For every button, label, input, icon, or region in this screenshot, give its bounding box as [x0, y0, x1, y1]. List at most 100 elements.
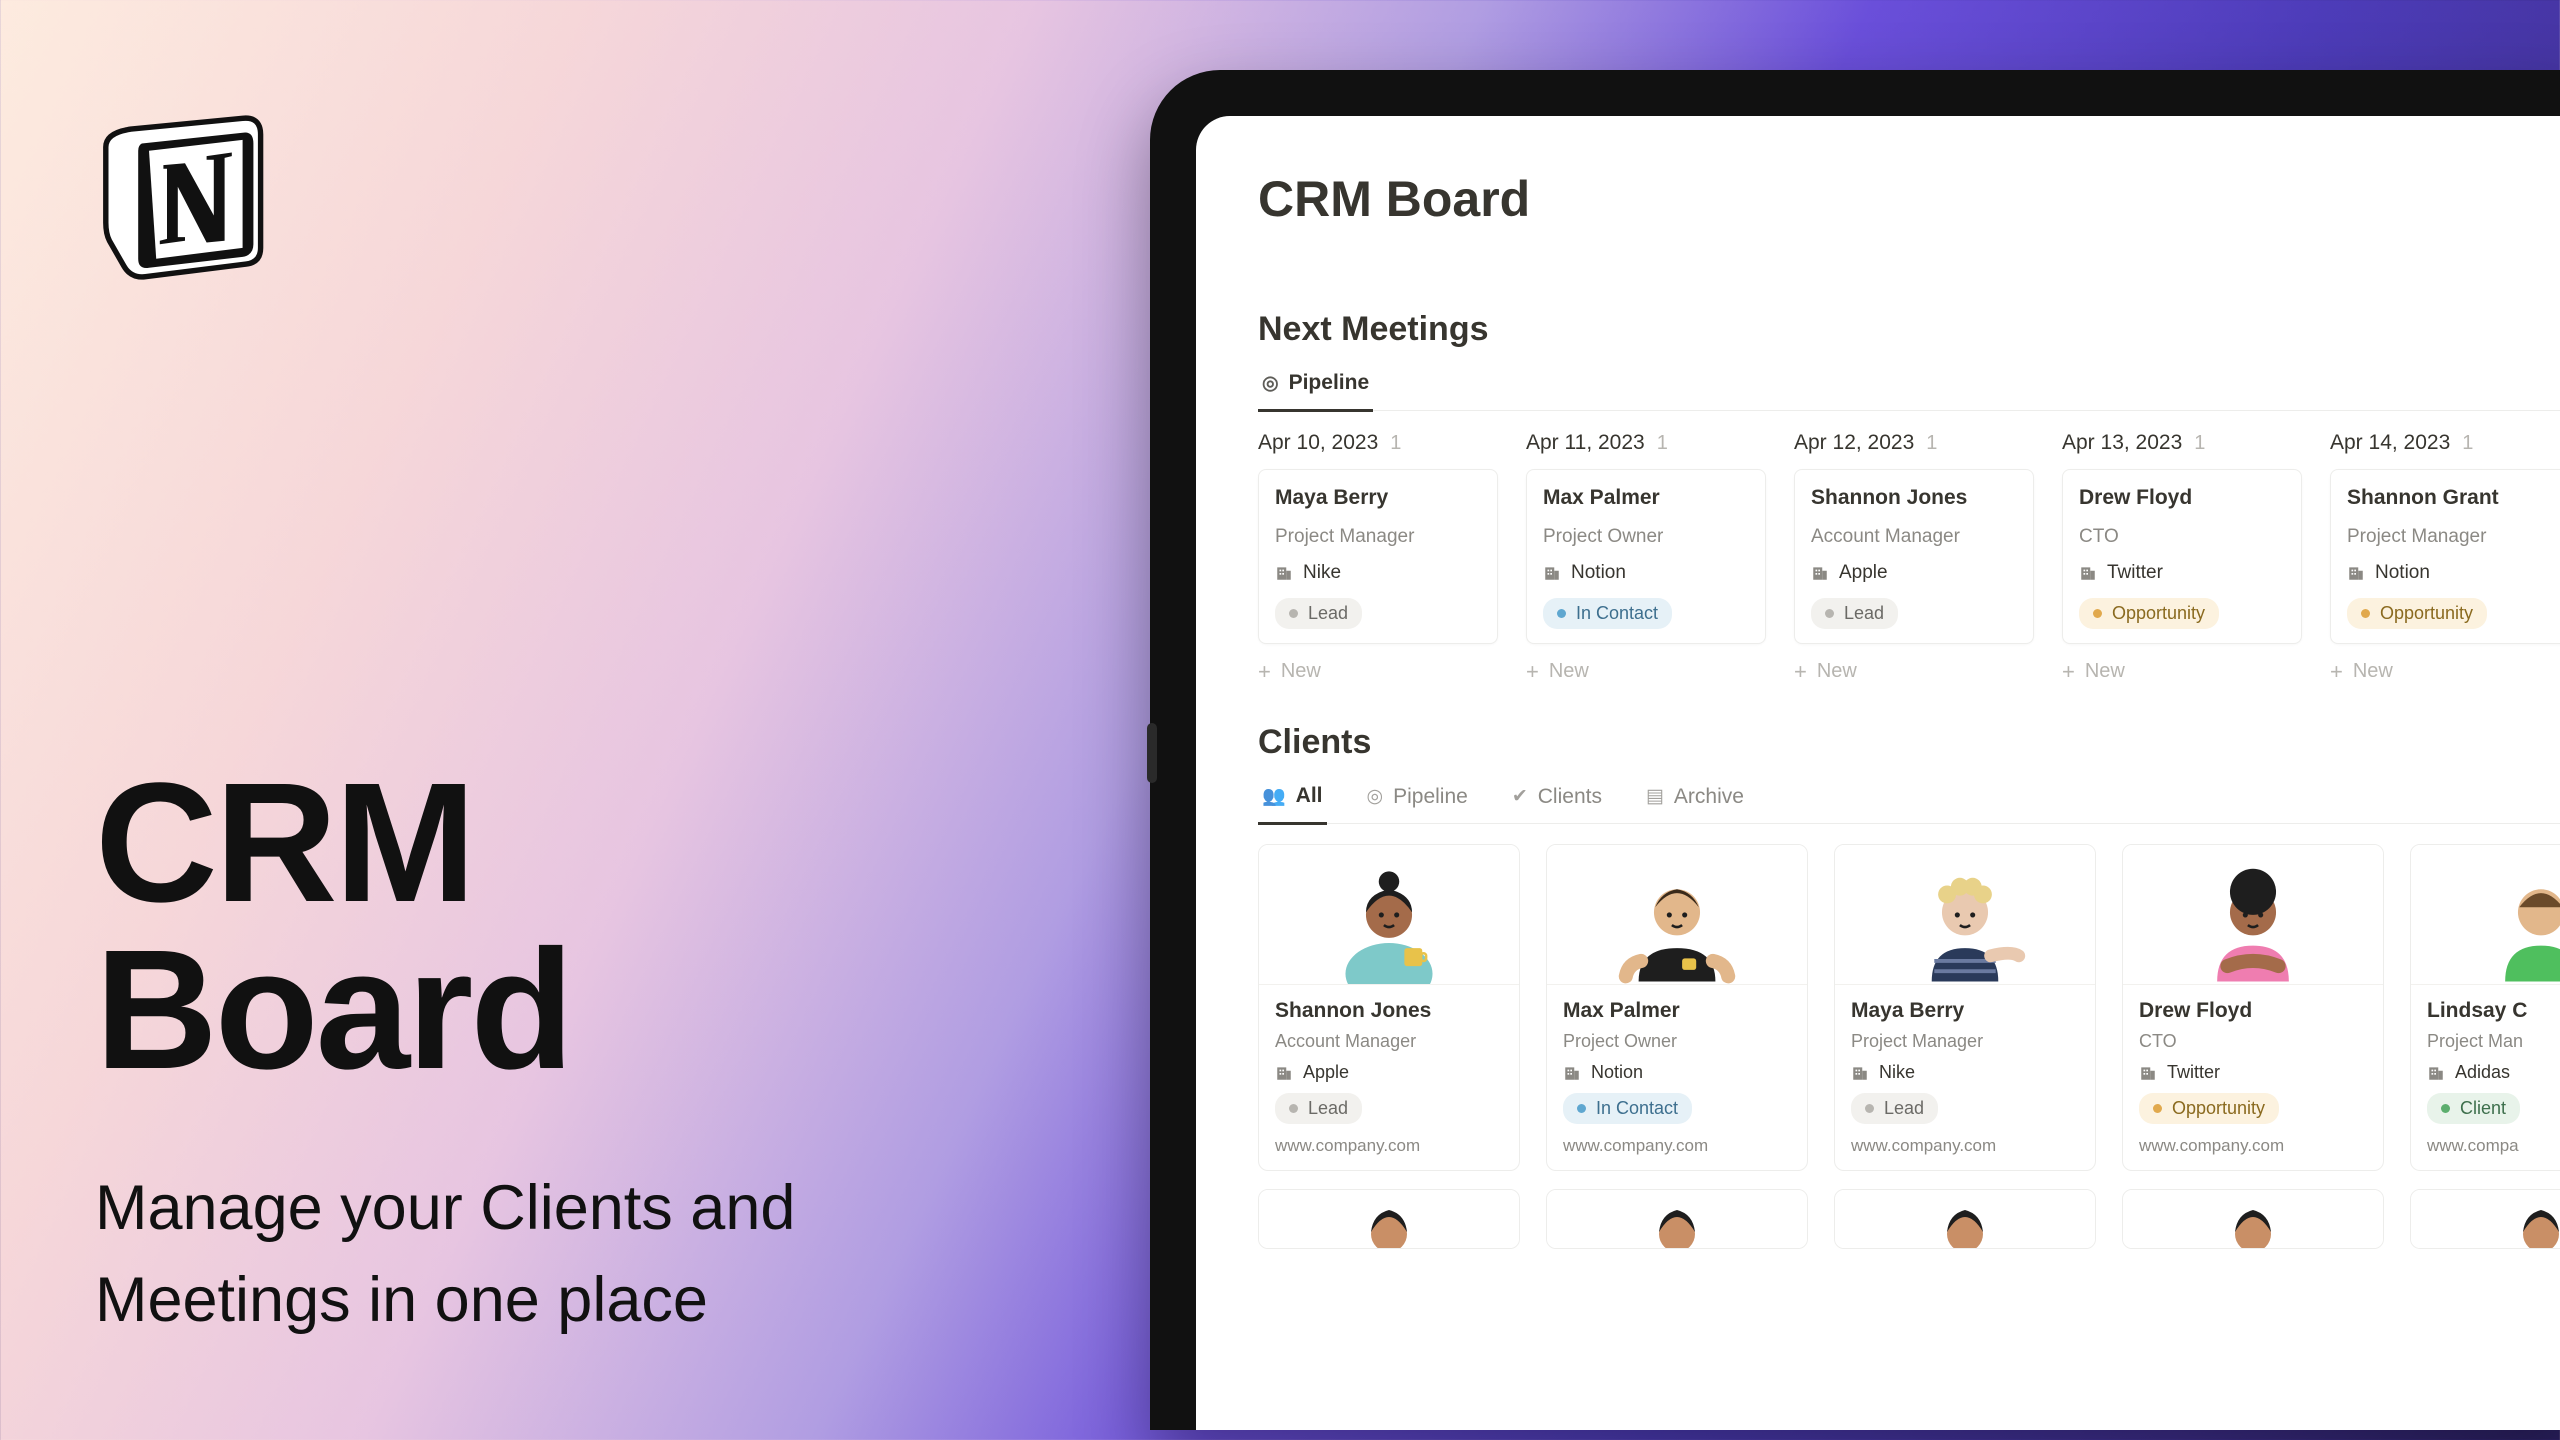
client-avatar: [2123, 1190, 2383, 1248]
client-role: Project Man: [2427, 1031, 2560, 1052]
meeting-card[interactable]: Max Palmer Project Owner Notion In Conta…: [1526, 469, 1766, 644]
section-title-meetings: Next Meetings: [1258, 310, 2560, 349]
client-company: Apple: [1275, 1062, 1503, 1083]
meeting-company: Nike: [1275, 562, 1481, 584]
new-label: New: [1817, 660, 1857, 683]
status-badge: Opportunity: [2139, 1093, 2279, 1124]
tab-all[interactable]: 👥All: [1258, 784, 1327, 825]
meeting-name: Maya Berry: [1275, 486, 1481, 510]
meeting-company: Apple: [1811, 562, 2017, 584]
client-role: CTO: [2139, 1031, 2367, 1052]
meeting-role: Account Manager: [1811, 526, 2017, 548]
column-date: Apr 13, 2023: [2062, 431, 2182, 455]
new-button[interactable]: + New: [2062, 660, 2302, 683]
plus-icon: +: [1258, 661, 1271, 683]
client-card[interactable]: [2122, 1189, 2384, 1249]
status-badge: In Contact: [1543, 598, 1672, 629]
client-avatar: [1835, 845, 2095, 985]
new-label: New: [2085, 660, 2125, 683]
client-card[interactable]: [1834, 1189, 2096, 1249]
tab-pipeline[interactable]: ◎Pipeline: [1363, 784, 1472, 823]
plus-icon: +: [1526, 661, 1539, 683]
client-role: Project Owner: [1563, 1031, 1791, 1052]
client-url: www.company.com: [1563, 1136, 1791, 1156]
client-url: www.company.com: [1275, 1136, 1503, 1156]
client-avatar: [1259, 1190, 1519, 1248]
plus-icon: +: [2062, 661, 2075, 683]
client-card[interactable]: [1258, 1189, 1520, 1249]
new-label: New: [1549, 660, 1589, 683]
column-date: Apr 10, 2023: [1258, 431, 1378, 455]
client-avatar: [2411, 1190, 2560, 1248]
column-header: Apr 10, 2023 1: [1258, 431, 1498, 455]
meeting-name: Shannon Jones: [1811, 486, 2017, 510]
new-button[interactable]: + New: [1794, 660, 2034, 683]
client-url: www.company.com: [2139, 1136, 2367, 1156]
status-badge: Lead: [1851, 1093, 1938, 1124]
column-count: 1: [1390, 432, 1401, 455]
column-header: Apr 13, 2023 1: [2062, 431, 2302, 455]
status-badge: Lead: [1275, 1093, 1362, 1124]
new-label: New: [1281, 660, 1321, 683]
tab-label: Archive: [1674, 785, 1744, 809]
device-screen: CRM Board Next Meetings ◎ Pipeline Apr 1…: [1196, 116, 2560, 1430]
column-header: Apr 14, 2023 1: [2330, 431, 2560, 455]
meeting-card[interactable]: Shannon Grant Project Manager Notion Opp…: [2330, 469, 2560, 644]
column-header: Apr 11, 2023 1: [1526, 431, 1766, 455]
meeting-name: Max Palmer: [1543, 486, 1749, 510]
meeting-company: Twitter: [2079, 562, 2285, 584]
new-button[interactable]: + New: [2330, 660, 2560, 683]
client-role: Account Manager: [1275, 1031, 1503, 1052]
status-badge: In Contact: [1563, 1093, 1692, 1124]
client-card[interactable]: Drew Floyd CTO Twitter Opportunity www.c…: [2122, 844, 2384, 1171]
new-button[interactable]: + New: [1258, 660, 1498, 683]
hero-subtitle: Manage your Clients and Meetings in one …: [95, 1163, 795, 1346]
tab-label: All: [1296, 784, 1323, 808]
column-header: Apr 12, 2023 1: [1794, 431, 2034, 455]
page-title: CRM Board: [1258, 170, 2560, 228]
client-url: www.company.com: [1851, 1136, 2079, 1156]
meeting-name: Drew Floyd: [2079, 486, 2285, 510]
tab-label: Clients: [1538, 785, 1602, 809]
client-company: Notion: [1563, 1062, 1791, 1083]
client-avatar: [1835, 1190, 2095, 1248]
client-url: www.compa: [2427, 1136, 2560, 1156]
meeting-card[interactable]: Drew Floyd CTO Twitter Opportunity: [2062, 469, 2302, 644]
check-icon: ✔: [1512, 785, 1528, 808]
client-card[interactable]: Shannon Jones Account Manager Apple Lead…: [1258, 844, 1520, 1171]
client-card[interactable]: [2410, 1189, 2560, 1249]
tab-clients[interactable]: ✔ Clients: [1508, 784, 1606, 823]
meeting-role: Project Owner: [1543, 526, 1749, 548]
client-company: Adidas: [2427, 1062, 2560, 1083]
section-title-clients: Clients: [1258, 723, 2560, 762]
tab-label: Pipeline: [1393, 785, 1468, 809]
plus-icon: +: [2330, 661, 2343, 683]
meetings-tabs: ◎ Pipeline: [1258, 371, 2560, 411]
meeting-role: Project Manager: [1275, 526, 1481, 548]
plus-icon: +: [1794, 661, 1807, 683]
new-button[interactable]: + New: [1526, 660, 1766, 683]
client-card[interactable]: Max Palmer Project Owner Notion In Conta…: [1546, 844, 1808, 1171]
notion-logo: [95, 105, 275, 290]
client-avatar: [2411, 845, 2560, 985]
client-avatar: [1547, 845, 1807, 985]
meeting-company: Notion: [1543, 562, 1749, 584]
tab-pipeline[interactable]: ◎ Pipeline: [1258, 371, 1373, 412]
meeting-card[interactable]: Maya Berry Project Manager Nike Lead: [1258, 469, 1498, 644]
client-avatar: [1259, 845, 1519, 985]
client-name: Max Palmer: [1563, 999, 1791, 1023]
client-company: Twitter: [2139, 1062, 2367, 1083]
meeting-name: Shannon Grant: [2347, 486, 2553, 510]
tab-archive[interactable]: ▤Archive: [1642, 784, 1748, 823]
building-icon: [1811, 564, 1829, 582]
target-icon: ◎: [1262, 372, 1279, 395]
column-date: Apr 14, 2023: [2330, 431, 2450, 455]
client-name: Maya Berry: [1851, 999, 2079, 1023]
client-card[interactable]: [1546, 1189, 1808, 1249]
meeting-role: CTO: [2079, 526, 2285, 548]
clients-tabs: 👥All ◎Pipeline ✔ Clients ▤Archive: [1258, 784, 2560, 824]
column-count: 1: [1926, 432, 1937, 455]
client-card[interactable]: Maya Berry Project Manager Nike Lead www…: [1834, 844, 2096, 1171]
client-card[interactable]: Lindsay C Project Man Adidas Client www.…: [2410, 844, 2560, 1171]
meeting-card[interactable]: Shannon Jones Account Manager Apple Lead: [1794, 469, 2034, 644]
